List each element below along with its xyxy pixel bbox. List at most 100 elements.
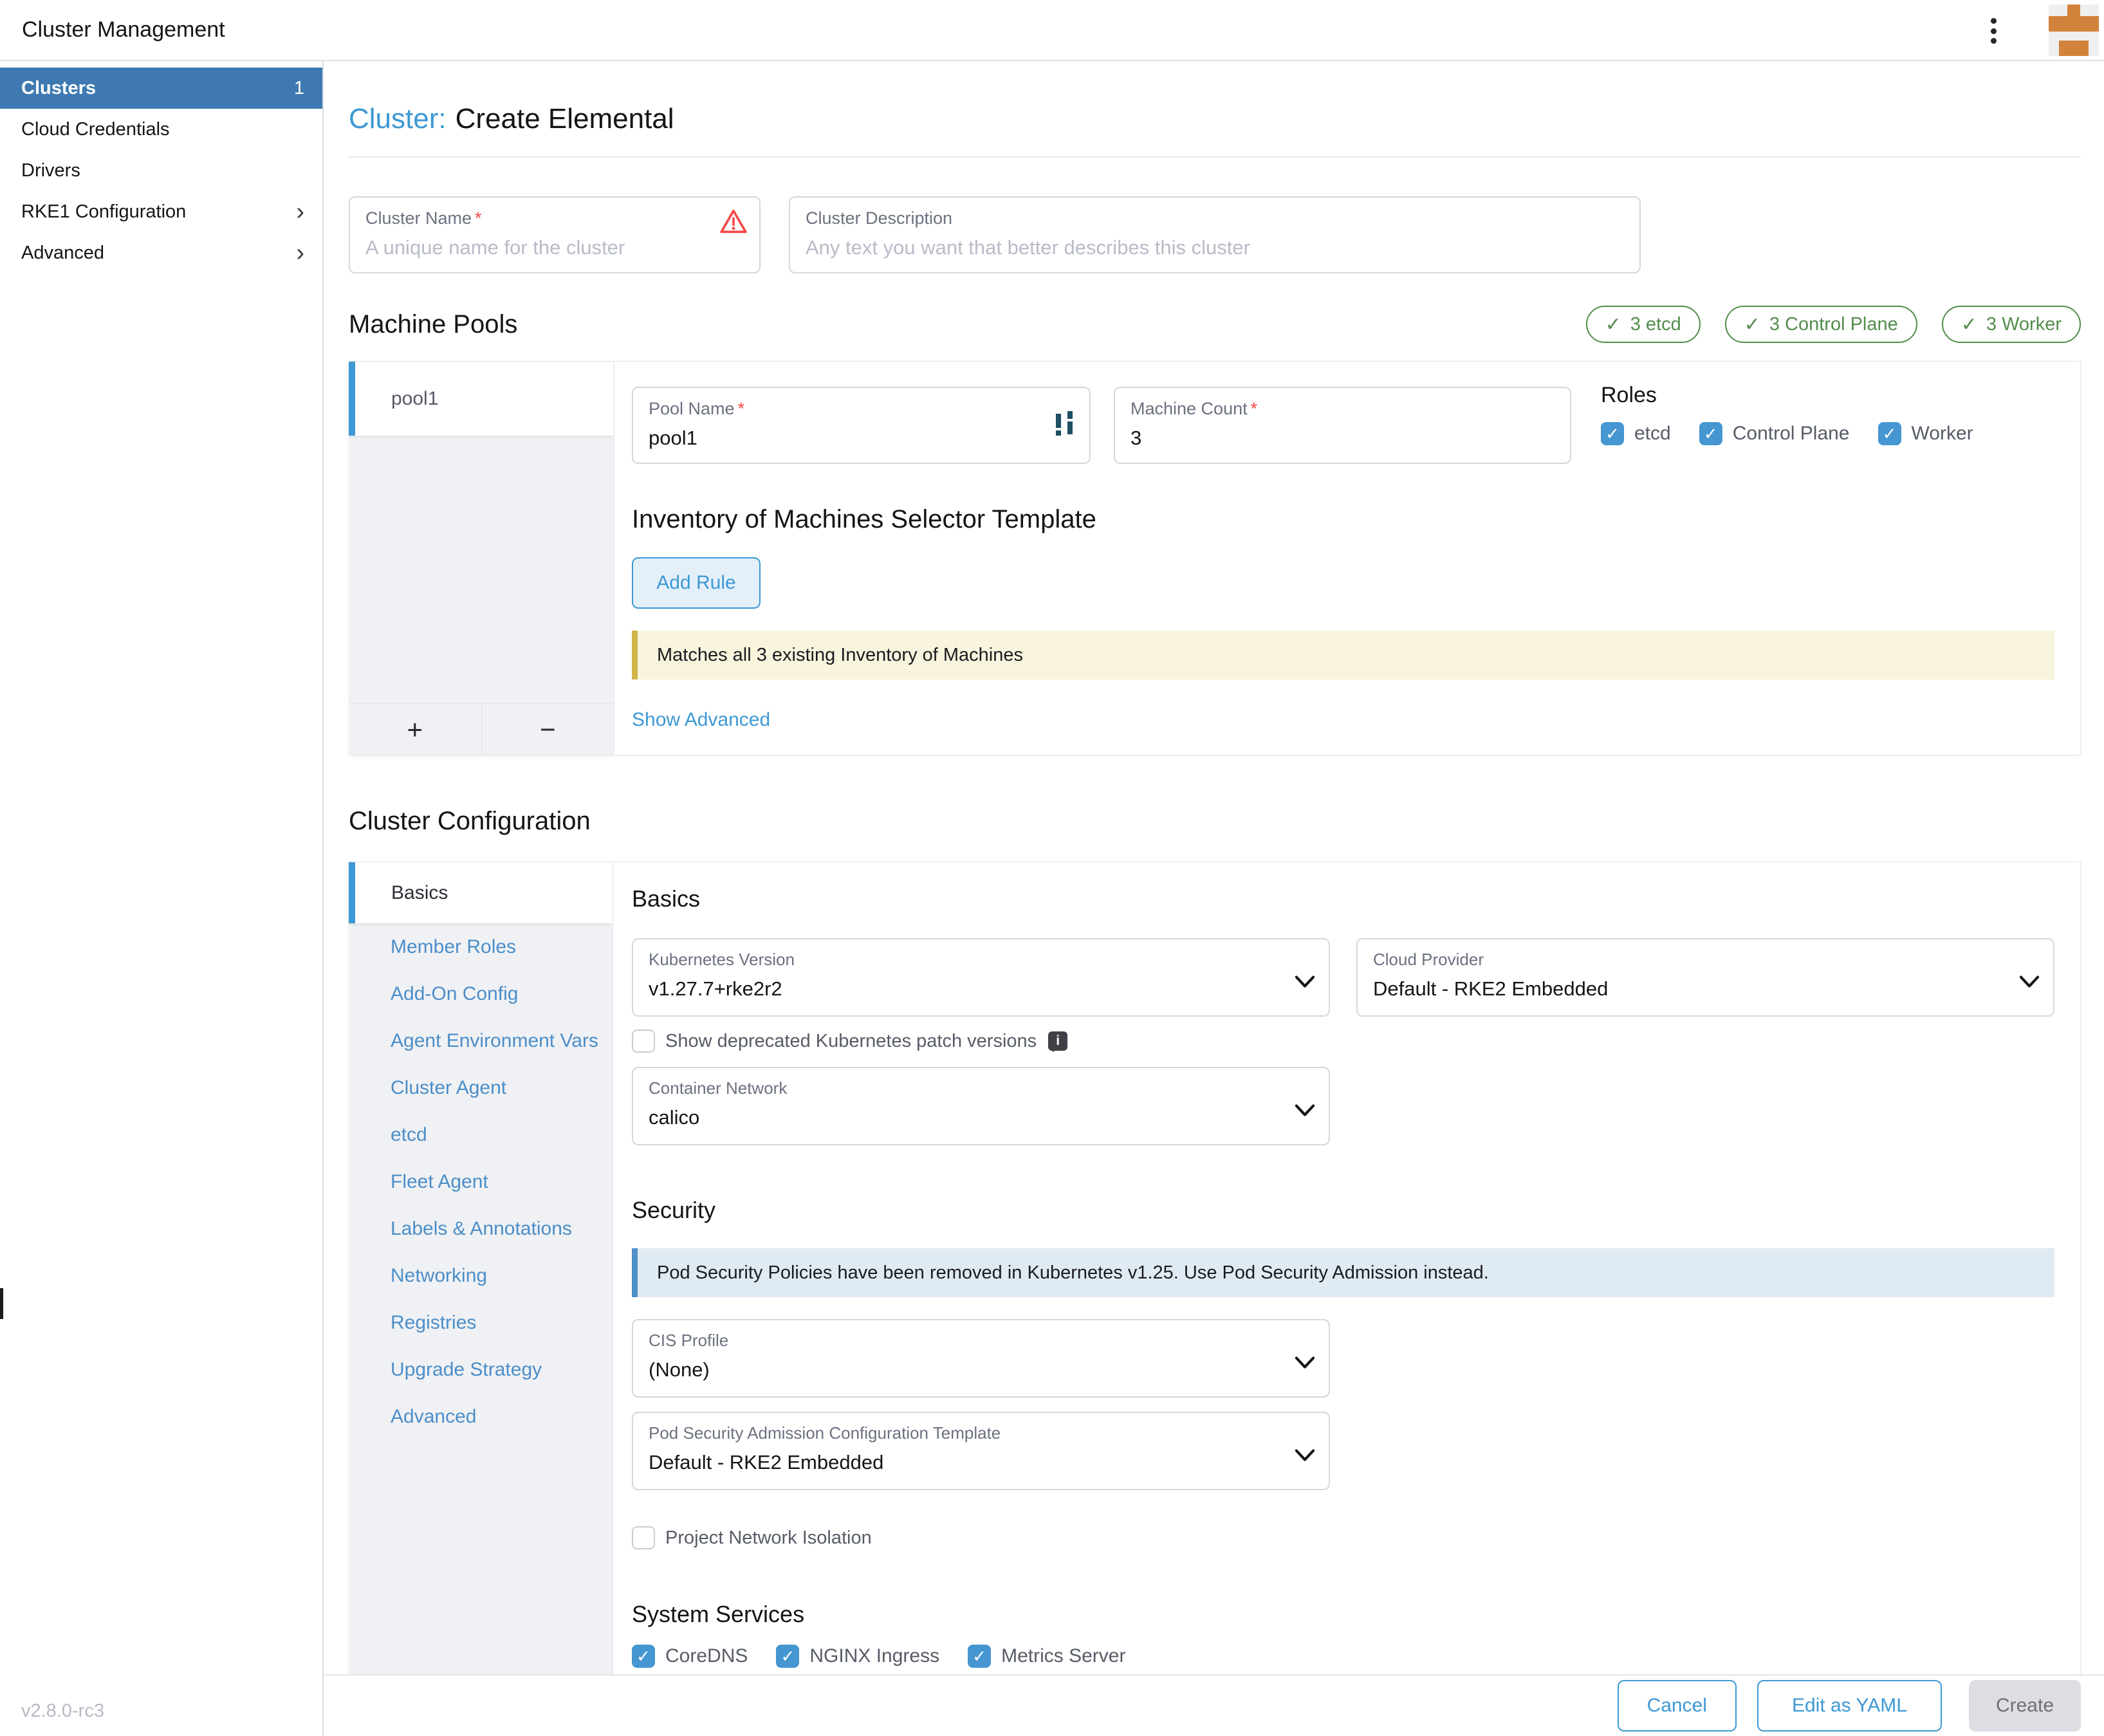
checkbox-checked-icon: ✓ [1878,422,1901,445]
check-icon: ✓ [1605,313,1621,336]
config-tab-basics[interactable]: Basics [349,862,613,923]
edit-as-yaml-button[interactable]: Edit as YAML [1757,1680,1942,1731]
checkbox-checked-icon: ✓ [968,1645,991,1668]
pool-name-field: Pool Name* [632,387,1091,464]
page-title-prefix: Cluster: [349,103,447,134]
sidebar-item-cloud-credentials[interactable]: Cloud Credentials [0,109,322,150]
sidebar-item-drivers[interactable]: Drivers [0,150,322,191]
psa-template-value: Default - RKE2 Embedded [649,1451,1290,1474]
chevron-down-icon [2020,972,2039,993]
role-etcd-checkbox[interactable]: ✓ etcd [1601,422,1671,445]
sidebar-item-label: Drivers [21,160,80,181]
app-version: v2.8.0-rc3 [21,1701,104,1722]
error-warning-icon [719,208,748,239]
kebab-menu-icon[interactable] [1980,14,2006,48]
remove-pool-button[interactable]: − [482,704,614,755]
left-edge-marker [0,1288,3,1319]
machine-count-input[interactable] [1130,427,1555,450]
container-network-label: Container Network [649,1078,1290,1098]
sidebar-item-label: Cloud Credentials [21,119,170,140]
etcd-count-badge: ✓ 3 etcd [1586,306,1701,343]
cancel-button[interactable]: Cancel [1618,1680,1737,1731]
pod-security-admission-template-select[interactable]: Pod Security Admission Configuration Tem… [632,1412,1330,1490]
page-title: Cluster: Create Elemental [349,100,2081,138]
chevron-right-icon: › [296,243,304,263]
cloud-provider-select[interactable]: Cloud Provider Default - RKE2 Embedded [1356,938,2054,1017]
basics-heading: Basics [632,885,2054,912]
add-pool-button[interactable]: + [349,704,482,755]
coredns-checkbox[interactable]: ✓ CoreDNS [632,1645,748,1668]
control-plane-count-badge: ✓ 3 Control Plane [1725,306,1917,343]
container-network-select[interactable]: Container Network calico [632,1067,1330,1145]
title-divider [349,156,2081,158]
pool-name-input[interactable] [649,427,1074,450]
project-network-isolation-checkbox[interactable]: Project Network Isolation [632,1526,2054,1549]
check-icon: ✓ [1744,313,1760,336]
check-icon: ✓ [1961,313,1977,336]
chevron-down-icon [1295,1100,1315,1122]
config-tab-fleet-agent[interactable]: Fleet Agent [349,1158,613,1205]
info-tooltip-icon[interactable]: i [1048,1031,1067,1051]
role-worker-checkbox[interactable]: ✓ Worker [1878,422,1973,445]
checkbox-checked-icon: ✓ [632,1645,655,1668]
required-asterisk: * [475,208,482,228]
config-tab-etcd[interactable]: etcd [349,1111,613,1158]
machine-count-field: Machine Count* [1114,387,1571,464]
chevron-down-icon [1295,1353,1315,1374]
cluster-description-field: Cluster Description [789,196,1641,273]
roles-heading: Roles [1601,383,1973,408]
config-tab-cluster-agent[interactable]: Cluster Agent [349,1064,613,1111]
required-asterisk: * [738,399,745,418]
cluster-description-label: Cluster Description [806,208,1624,228]
role-control-plane-checkbox[interactable]: ✓ Control Plane [1699,422,1850,445]
cloud-provider-value: Default - RKE2 Embedded [1373,977,2015,1001]
sidebar-item-advanced[interactable]: Advanced › [0,232,322,273]
show-deprecated-versions-checkbox[interactable]: Show deprecated Kubernetes patch version… [632,1030,2054,1053]
top-header: Cluster Management [0,0,2104,61]
config-tab-networking[interactable]: Networking [349,1252,613,1299]
config-nav-column: Basics Member Roles Add-On Config Agent … [349,862,613,1674]
checkbox-checked-icon: ✓ [776,1645,799,1668]
chevron-down-icon [1295,972,1315,993]
rancher-logo-icon [2049,5,2099,56]
clusters-count-badge: 1 [294,78,304,99]
create-button[interactable]: Create [1969,1680,2081,1731]
config-tab-add-on-config[interactable]: Add-On Config [349,970,613,1017]
checkbox-checked-icon: ✓ [1601,422,1624,445]
page-title-name: Create Elemental [456,103,674,134]
sidebar-item-label: RKE1 Configuration [21,201,186,223]
required-asterisk: * [1251,399,1258,418]
config-tab-agent-environment-vars[interactable]: Agent Environment Vars [349,1017,613,1064]
cis-profile-select[interactable]: CIS Profile (None) [632,1319,1330,1398]
container-network-value: calico [649,1106,1290,1129]
cluster-configuration-card: Basics Member Roles Add-On Config Agent … [349,862,2081,1674]
randomize-name-icon[interactable] [1055,410,1076,445]
config-tab-member-roles[interactable]: Member Roles [349,923,613,970]
show-advanced-link[interactable]: Show Advanced [632,709,770,731]
pool-name-label: Pool Name* [649,399,1074,419]
metrics-server-checkbox[interactable]: ✓ Metrics Server [968,1645,1125,1668]
machine-count-label: Machine Count* [1130,399,1555,419]
nginx-ingress-checkbox[interactable]: ✓ NGINX Ingress [776,1645,939,1668]
roles-group: Roles ✓ etcd ✓ Control Plane ✓ [1601,387,1973,464]
cluster-name-input[interactable] [365,236,744,259]
pool-tab-label: pool1 [391,388,438,410]
pool-tab-pool1[interactable]: pool1 [349,362,614,436]
kubernetes-version-select[interactable]: Kubernetes Version v1.27.7+rke2r2 [632,938,1330,1017]
chevron-right-icon: › [296,202,304,221]
system-services-heading: System Services [632,1601,2054,1628]
sidebar-item-clusters[interactable]: Clusters 1 [0,68,322,109]
machine-pools-heading: Machine Pools [349,310,517,339]
sidebar-item-rke1-configuration[interactable]: RKE1 Configuration › [0,191,322,232]
config-tab-upgrade-strategy[interactable]: Upgrade Strategy [349,1346,613,1393]
add-rule-button[interactable]: Add Rule [632,557,761,609]
cluster-configuration-heading: Cluster Configuration [349,807,2081,836]
checkbox-unchecked-icon [632,1526,655,1549]
role-count-badges: ✓ 3 etcd ✓ 3 Control Plane ✓ 3 Worker [1586,306,2081,343]
config-tab-advanced[interactable]: Advanced [349,1393,613,1440]
config-tab-registries[interactable]: Registries [349,1299,613,1346]
cluster-name-label: Cluster Name* [365,208,744,228]
pool-tabs-column: pool1 + − [349,362,614,755]
config-tab-labels-annotations[interactable]: Labels & Annotations [349,1205,613,1252]
cluster-description-input[interactable] [806,236,1624,259]
